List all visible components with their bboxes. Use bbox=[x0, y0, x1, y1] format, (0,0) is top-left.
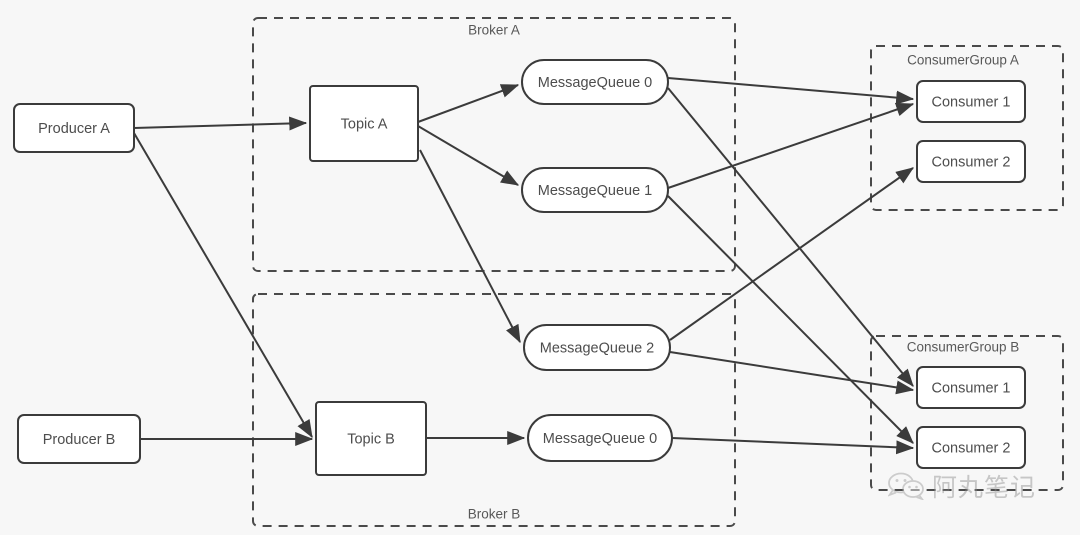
diagram-canvas: Broker A Broker B ConsumerGroup A ConsumerG… bbox=[0, 0, 1080, 535]
consumer-group-consumer-group-a: ConsumerGroup A bbox=[870, 45, 1064, 211]
broker-label: Broker B bbox=[468, 507, 521, 522]
edge-mq2b-cga-consumer2 bbox=[669, 167, 914, 341]
node-label: MessageQueue 2 bbox=[540, 340, 654, 356]
edge-producer-a-topic-a bbox=[133, 116, 308, 131]
edge-mq2b-cgb-consumer1 bbox=[669, 351, 915, 395]
node-label: MessageQueue 0 bbox=[538, 75, 652, 91]
consumer-cg-b-consumer-2[interactable]: Consumer 2 bbox=[916, 426, 1026, 469]
consumer-group-label: ConsumerGroup B bbox=[907, 340, 1020, 355]
message-queue-broker-a-mq-0[interactable]: MessageQueue 0 bbox=[521, 59, 669, 105]
node-label: Consumer 2 bbox=[932, 440, 1011, 456]
edge-mq1a-cga-consumer1 bbox=[667, 102, 915, 189]
producer-producer-a[interactable]: Producer A bbox=[13, 103, 135, 153]
nodes-layer: Producer A Producer B Topic A MessageQueue … bbox=[13, 59, 1026, 476]
node-label: Topic B bbox=[347, 431, 395, 447]
producer-producer-b[interactable]: Producer B bbox=[17, 414, 141, 464]
node-label: MessageQueue 1 bbox=[538, 183, 652, 199]
consumer-cg-b-consumer-1[interactable]: Consumer 1 bbox=[916, 366, 1026, 409]
consumer-cg-a-consumer-1[interactable]: Consumer 1 bbox=[916, 80, 1026, 123]
edge-producer-a-topic-b bbox=[133, 132, 313, 439]
edge-topic-a-mq0 bbox=[417, 84, 520, 123]
node-label: Producer A bbox=[38, 121, 110, 137]
message-queue-broker-a-mq-1[interactable]: MessageQueue 1 bbox=[521, 167, 669, 213]
broker-label: Broker A bbox=[468, 23, 520, 38]
node-label: Topic A bbox=[341, 116, 388, 132]
node-label: Consumer 1 bbox=[932, 94, 1011, 110]
node-label: Consumer 1 bbox=[932, 380, 1011, 396]
node-label: MessageQueue 0 bbox=[543, 431, 657, 447]
edge-mq0b-cgb-consumer2 bbox=[671, 437, 915, 455]
topic-topic-b[interactable]: Topic B bbox=[315, 401, 427, 476]
edge-topic-a-mq2 bbox=[419, 149, 521, 344]
consumer-group-label: ConsumerGroup A bbox=[907, 53, 1019, 68]
edge-mq1a-cgb-consumer2 bbox=[667, 195, 914, 444]
node-label: Consumer 2 bbox=[932, 154, 1011, 170]
message-queue-broker-b-mq-0[interactable]: MessageQueue 0 bbox=[527, 414, 673, 462]
edge-mq0a-cgb-consumer1 bbox=[667, 87, 914, 387]
architecture-diagram: Broker A Broker B ConsumerGroup A ConsumerG… bbox=[13, 17, 1064, 527]
message-queue-broker-b-mq-2[interactable]: MessageQueue 2 bbox=[523, 324, 671, 371]
topic-topic-a[interactable]: Topic A bbox=[309, 85, 419, 162]
consumer-cg-a-consumer-2[interactable]: Consumer 2 bbox=[916, 140, 1026, 183]
edges-layer bbox=[133, 77, 915, 455]
edge-mq0a-cga-consumer1 bbox=[667, 77, 915, 105]
node-label: Producer B bbox=[43, 432, 116, 448]
